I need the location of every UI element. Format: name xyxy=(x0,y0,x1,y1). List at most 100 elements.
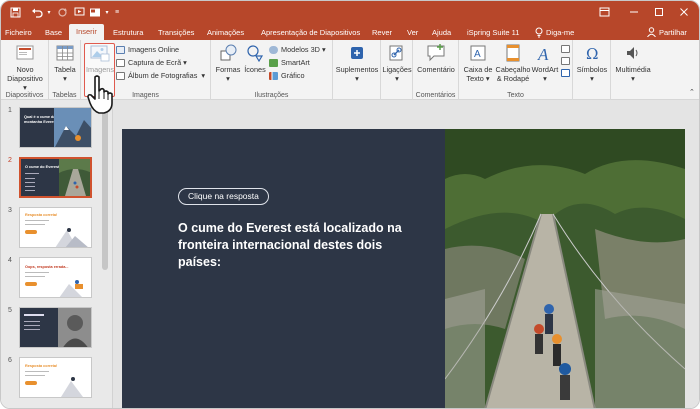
smartart-button[interactable]: SmartArt xyxy=(269,57,310,68)
group-texto: A Caixa de Texto ▾ Cabeçalho & Rodapé A … xyxy=(459,40,573,100)
table-button[interactable]: Tabela ▾ xyxy=(51,43,79,83)
text-box-label: Caixa de xyxy=(463,65,493,74)
redo-icon[interactable] xyxy=(55,1,69,23)
comment-button[interactable]: Comentário xyxy=(415,43,457,74)
svg-text:A: A xyxy=(537,45,549,63)
tab-transicoes[interactable]: Transições xyxy=(158,25,194,40)
group-ilustracoes: Formas ▾ Ícones Modelos 3D ▾ SmartArt Gr… xyxy=(211,40,333,100)
3d-models-icon xyxy=(269,45,278,54)
comment-icon xyxy=(426,43,446,63)
tab-base[interactable]: Base xyxy=(45,25,62,40)
tab-ajuda[interactable]: Ajuda xyxy=(432,25,451,40)
group-label-tabelas: Tabelas xyxy=(52,92,77,99)
3d-models-button[interactable]: Modelos 3D ▾ xyxy=(269,44,326,55)
wordart-button[interactable]: A WordArt ▾ xyxy=(531,43,559,83)
slide-number-icon[interactable] xyxy=(561,55,573,66)
wordart-dropdown-icon: ▾ xyxy=(543,74,547,83)
powerpoint-window: ▾ ▾ ≡ Ficheiro Base Inserir Estrutura Tr… xyxy=(0,0,700,409)
icons-icon xyxy=(245,43,265,63)
click-answer-button[interactable]: Clique na resposta xyxy=(178,188,269,205)
slide-thumbnail-4[interactable]: Oops, resposta errada... xyxy=(19,257,92,298)
symbols-button[interactable]: Ω Símbolos ▾ xyxy=(575,43,609,83)
tab-rever[interactable]: Rever xyxy=(372,25,392,40)
icons-label: Ícones xyxy=(244,65,266,74)
media-label: Multimédia xyxy=(615,65,651,74)
date-time-icon[interactable] xyxy=(561,43,573,54)
add-ins-button[interactable]: Suplementos ▾ xyxy=(335,43,379,83)
thumbnail-scrollbar[interactable] xyxy=(102,105,108,270)
screenshot-button[interactable]: Captura de Ecrã ▾ xyxy=(116,57,187,68)
group-label-diapositivos: Diapositivos xyxy=(5,92,44,99)
group-ligacoes: Ligações ▾ xyxy=(381,40,413,100)
symbols-label: Símbolos xyxy=(576,65,608,74)
group-suplementos: Suplementos ▾ xyxy=(333,40,381,100)
person-icon xyxy=(647,25,657,40)
collapse-ribbon-icon[interactable]: ⌃ xyxy=(689,86,695,97)
tab-ficheiro[interactable]: Ficheiro xyxy=(5,25,32,40)
icons-button[interactable]: Ícones xyxy=(242,43,268,74)
shapes-button[interactable]: Formas ▾ xyxy=(214,43,242,83)
layout-icon[interactable] xyxy=(87,1,103,23)
slide-thumbnail-5[interactable] xyxy=(19,307,92,348)
undo-dropdown-icon[interactable]: ▾ xyxy=(45,1,53,23)
links-icon xyxy=(387,43,407,63)
tab-animacoes[interactable]: Animações xyxy=(207,25,244,40)
slide-number: 1 xyxy=(8,107,12,114)
tell-me-search[interactable]: Diga-me xyxy=(546,25,574,40)
media-button[interactable]: Multimédia ▾ xyxy=(613,43,653,83)
layout-dropdown-icon[interactable]: ▾ xyxy=(103,1,111,23)
presentation-icon[interactable] xyxy=(72,1,86,23)
shapes-dropdown-icon: ▾ xyxy=(226,74,230,83)
current-slide[interactable]: Clique na resposta O cume do Everest est… xyxy=(122,129,685,408)
thumb-title: O cume do Everest xyxy=(25,165,60,169)
save-icon[interactable] xyxy=(7,1,23,23)
thumb-title: Resposta correta! xyxy=(25,364,58,368)
table-icon xyxy=(55,43,75,63)
slide-thumbnail-2[interactable]: O cume do Everest xyxy=(19,157,92,198)
header-footer-label: Cabeçalho xyxy=(495,65,531,74)
3d-models-label: Modelos 3D xyxy=(281,45,320,54)
online-images-icon xyxy=(116,45,125,54)
new-slide-label-2: Diapositivo xyxy=(7,74,43,83)
svg-text:A: A xyxy=(474,49,481,60)
slide-thumbnail-1[interactable]: Qual é o cume da montanha Everest xyxy=(19,107,92,148)
symbols-icon: Ω xyxy=(582,43,602,63)
tab-apresentacao[interactable]: Apresentação de Diapositivos xyxy=(261,25,360,40)
shapes-label: Formas xyxy=(215,65,241,74)
customize-toolbar-icon[interactable]: ≡ xyxy=(112,1,122,23)
slide-number: 6 xyxy=(8,357,12,364)
new-slide-icon xyxy=(15,43,35,63)
ribbon-display-icon[interactable] xyxy=(589,1,619,23)
group-label-ilustracoes: Ilustrações xyxy=(254,92,289,99)
online-images-button[interactable]: Imagens Online xyxy=(116,44,179,55)
photo-album-button[interactable]: Álbum de Fotografias ▾ xyxy=(116,70,205,81)
slide-thumbnail-6[interactable]: Resposta correta! xyxy=(19,357,92,398)
share-button[interactable]: Partilhar xyxy=(659,25,687,40)
suspension-bridge-photo xyxy=(445,129,685,408)
chart-button[interactable]: Gráfico xyxy=(269,70,305,81)
slide-thumbnail-3[interactable]: Resposta correta! xyxy=(19,207,92,248)
slide-number: 3 xyxy=(8,207,12,214)
links-dropdown-icon: ▾ xyxy=(395,74,399,83)
text-box-label-2: Texto xyxy=(466,74,484,83)
hand-cursor-icon xyxy=(87,75,113,114)
add-ins-dropdown-icon: ▾ xyxy=(355,74,359,83)
speaker-icon xyxy=(623,43,643,63)
undo-icon[interactable] xyxy=(29,1,45,23)
photo-album-icon xyxy=(116,71,125,80)
table-dropdown-icon: ▾ xyxy=(63,74,67,83)
header-footer-button[interactable]: Cabeçalho & Rodapé xyxy=(495,43,531,83)
object-icon[interactable] xyxy=(561,67,573,78)
close-icon[interactable] xyxy=(669,1,699,23)
tab-estrutura[interactable]: Estrutura xyxy=(113,25,143,40)
text-box-icon: A xyxy=(468,43,488,63)
links-button[interactable]: Ligações ▾ xyxy=(382,43,412,83)
slide-number: 5 xyxy=(8,307,12,314)
new-slide-button[interactable]: Novo Diapositivo ▾ xyxy=(5,43,45,92)
tab-inserir[interactable]: Inserir xyxy=(69,24,104,40)
tab-ver[interactable]: Ver xyxy=(407,25,418,40)
text-box-button[interactable]: A Caixa de Texto ▾ xyxy=(461,43,495,83)
thumb-title: Resposta correta! xyxy=(25,213,58,217)
ribbon-tabs: Ficheiro Base Inserir Estrutura Transiçõ… xyxy=(1,23,699,40)
tab-ispring[interactable]: iSpring Suite 11 xyxy=(467,25,519,40)
